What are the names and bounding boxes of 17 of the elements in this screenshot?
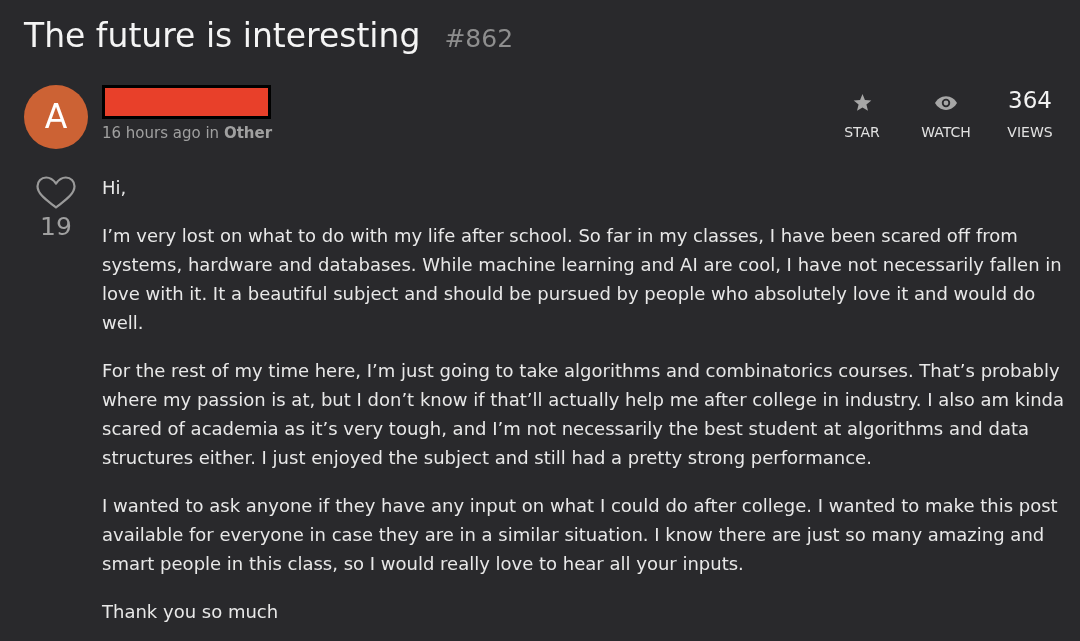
post-number: #862 <box>444 23 514 55</box>
star-icon <box>852 94 872 112</box>
post-meta: 16 hours ago in Other <box>102 123 273 143</box>
heart-icon[interactable] <box>36 176 76 209</box>
eye-icon <box>935 96 957 110</box>
watch-button[interactable]: WATCH <box>904 85 988 141</box>
views-count: 364 <box>1008 86 1052 115</box>
like-count: 19 <box>40 212 72 242</box>
body-paragraph: Hi, <box>102 176 128 200</box>
body-paragraph: Thank you so much <box>102 600 280 624</box>
views-label: VIEWS <box>1007 123 1053 141</box>
body-paragraph: For the rest of my time here, I’m just going to take algorithms and combinatorics courses. That’s probably where my passion is at, but I don’t know if that’ll actually help me after college in industry. I also am kinda scared of academia as it’s very tough, and I’m not necessarily the best student at algorithms and data structures either. I just enjoyed the subject and still had a pretty strong performance. <box>102 359 1064 470</box>
body-paragraph: I’m very lost on what to do with my life after school. So far in my classes, I have been scared off from systems, hardware and databases. While machine learning and AI are cool, I have not necessarily fallen in love with it. It a beautiful subject and should be pursued by people who absolutely love it and would do well. <box>102 224 1063 335</box>
avatar: A <box>24 85 88 149</box>
star-button[interactable]: STAR <box>820 85 904 141</box>
post-title: The future is interesting <box>24 15 421 57</box>
body-paragraph: I wanted to ask anyone if they have any input on what I could do after college. I wanted to make this post available for everyone in case they are in a similar situation. I know there are just so many amazing and smart people in this class, so I would really love to hear all your inputs. <box>102 494 1059 576</box>
